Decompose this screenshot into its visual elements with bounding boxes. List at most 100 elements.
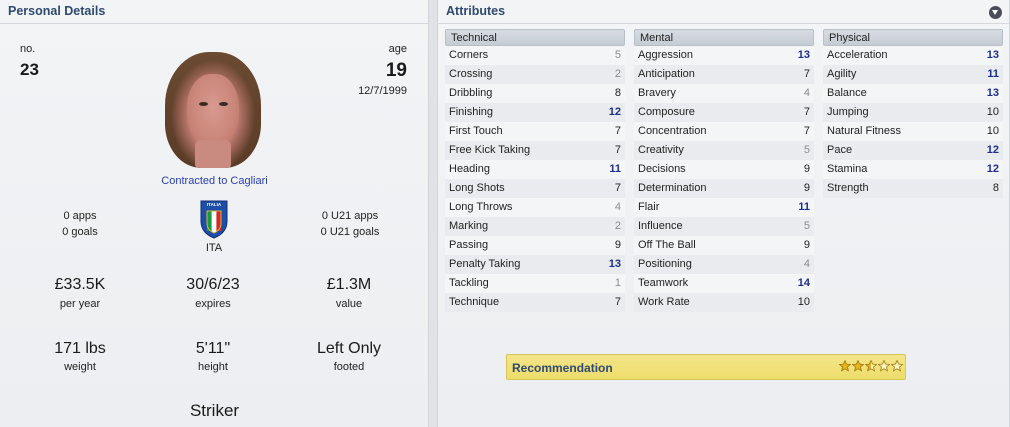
attribute-row[interactable]: Penalty Taking 13 [445,255,625,274]
attribute-row[interactable]: Decisions 9 [634,160,814,179]
attribute-row[interactable]: Strength 8 [823,179,1003,198]
attribute-name: Acceleration [827,49,888,61]
star-icon [865,360,877,372]
squad-number: 23 [20,60,39,79]
star-icon [839,360,851,372]
attribute-name: Natural Fitness [827,125,901,137]
attribute-value: 5 [614,49,621,61]
transfer-value-label: value [335,298,363,310]
attributes-title: Attributes [446,4,506,18]
divider [438,23,1009,24]
attribute-row[interactable]: Stamina 12 [823,160,1003,179]
physical-header[interactable]: Physical [823,29,1003,46]
attribute-value: 11 [798,201,810,213]
attribute-row[interactable]: Marking 2 [445,217,625,236]
attribute-name: Anticipation [638,68,695,80]
star-icon [891,360,903,372]
attribute-name: Determination [638,182,707,194]
attribute-row[interactable]: Flair 11 [634,198,814,217]
recommendation-bar: Recommendation [506,354,906,380]
physical-column: Physical Acceleration 13 Agility 11 Balance 1… [823,29,1003,198]
attribute-row[interactable]: Creativity 5 [634,141,814,160]
date-of-birth: 12/7/1999 [358,85,407,97]
attribute-name: Positioning [638,258,692,270]
attribute-value: 12 [608,106,621,118]
star-icon [852,360,864,372]
attribute-name: Free Kick Taking [449,144,531,156]
attribute-value: 5 [803,220,810,232]
wage-value: £33.5K [54,276,106,293]
contract-club-link[interactable]: Contracted to Cagliari [161,175,267,187]
attribute-row[interactable]: Long Throws 4 [445,198,625,217]
attribute-row[interactable]: Free Kick Taking 7 [445,141,625,160]
mental-header[interactable]: Mental [634,29,814,46]
attribute-row[interactable]: Dribbling 8 [445,84,625,103]
attribute-row[interactable]: Aggression 13 [634,46,814,65]
attribute-row[interactable]: Jumping 10 [823,103,1003,122]
apps-count: 0 apps [63,210,97,222]
attribute-value: 10 [797,296,810,308]
attribute-name: Pace [827,144,853,156]
collapse-chevron-icon[interactable] [989,6,1002,19]
technical-header[interactable]: Technical [445,29,625,46]
attribute-row[interactable]: Passing 9 [445,236,625,255]
crest-text: ITALIA [207,202,222,207]
attribute-value: 11 [987,68,999,80]
attribute-row[interactable]: Finishing 12 [445,103,625,122]
recommendation-label: Recommendation [512,361,613,375]
divider [0,23,428,24]
attribute-row[interactable]: Agility 11 [823,65,1003,84]
attribute-row[interactable]: Pace 12 [823,141,1003,160]
attribute-name: Marking [449,220,489,232]
attribute-row[interactable]: Bravery 4 [634,84,814,103]
attribute-value: 7 [614,144,621,156]
attribute-row[interactable]: Positioning 4 [634,255,814,274]
attribute-value: 7 [614,125,621,137]
technical-list: Corners 5 Crossing 2 Dribbling 8 Finishing 12 Fi… [445,46,625,312]
attribute-row[interactable]: Technique 7 [445,293,625,312]
attribute-name: Long Shots [449,182,505,194]
attribute-row[interactable]: Corners 5 [445,46,625,65]
attribute-row[interactable]: Tackling 1 [445,274,625,293]
personal-details-title: Personal Details [8,4,106,18]
attribute-name: Aggression [638,49,694,61]
attribute-row[interactable]: Acceleration 13 [823,46,1003,65]
attribute-value: 2 [614,220,621,232]
attribute-row[interactable]: Composure 7 [634,103,814,122]
star-icon [878,360,890,372]
attribute-row[interactable]: First Touch 7 [445,122,625,141]
star-rating [839,360,903,372]
mental-list: Aggression 13 Anticipation 7 Bravery 4 Composu… [634,46,814,312]
italy-crest-icon[interactable]: ITALIA [199,197,229,239]
attribute-name: Off The Ball [638,239,696,251]
attribute-row[interactable]: Long Shots 7 [445,179,625,198]
attribute-name: Bravery [638,87,676,99]
age-value: 19 [385,60,407,81]
attribute-row[interactable]: Heading 11 [445,160,625,179]
attribute-row[interactable]: Natural Fitness 10 [823,122,1003,141]
attribute-value: 13 [797,49,810,61]
attribute-name: Teamwork [638,277,689,289]
attribute-row[interactable]: Influence 5 [634,217,814,236]
attribute-value: 13 [986,49,999,61]
attribute-value: 8 [992,182,999,194]
attribute-row[interactable]: Teamwork 14 [634,274,814,293]
attribute-row[interactable]: Crossing 2 [445,65,625,84]
attribute-name: Jumping [827,106,869,118]
height-label: height [198,361,228,373]
attribute-name: First Touch [449,125,503,137]
physical-list: Acceleration 13 Agility 11 Balance 13 Jumping 1… [823,46,1003,198]
attribute-value: 12 [986,144,999,156]
attribute-row[interactable]: Concentration 7 [634,122,814,141]
attribute-row[interactable]: Determination 9 [634,179,814,198]
attribute-row[interactable]: Anticipation 7 [634,65,814,84]
attribute-row[interactable]: Off The Ball 9 [634,236,814,255]
attribute-name: Dribbling [449,87,493,99]
attribute-name: Crossing [449,68,493,80]
mental-column: Mental Aggression 13 Anticipation 7 Bravery 4… [634,29,814,312]
attribute-row[interactable]: Balance 13 [823,84,1003,103]
attribute-value: 7 [614,182,621,194]
attribute-name: Strength [827,182,869,194]
attribute-row[interactable]: Work Rate 10 [634,293,814,312]
player-position: Striker [189,401,240,420]
